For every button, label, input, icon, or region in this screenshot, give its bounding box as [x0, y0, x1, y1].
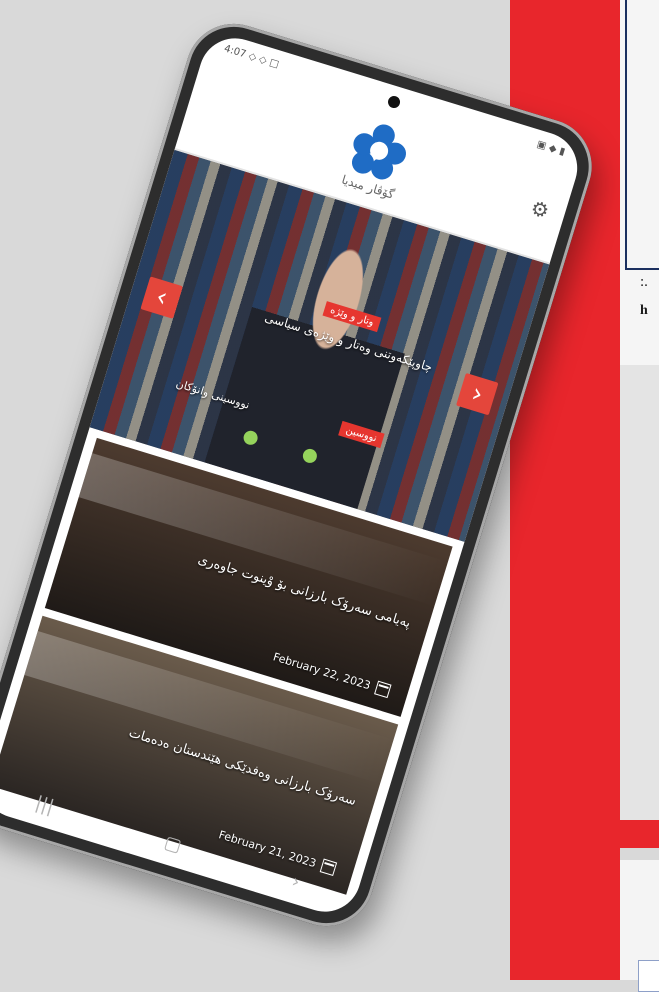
news-date-text: February 22, 2023	[271, 649, 373, 692]
phone-screen: 4:07 ◇ ◇ □ ▣ ◆ ▮ گۆڤار میدیا ⚙ ‹ › وتار …	[0, 29, 587, 921]
red-bar	[560, 820, 659, 848]
home-icon[interactable]: ▢	[162, 831, 184, 856]
calendar-icon	[374, 680, 392, 699]
back-icon[interactable]: ›	[289, 870, 302, 892]
logo-icon	[345, 117, 412, 184]
right-mid-panel	[620, 365, 659, 820]
status-right: ▣ ◆ ▮	[535, 138, 567, 158]
bottom-right-panel	[620, 860, 659, 992]
top-right-frame	[625, 0, 659, 270]
recent-apps-icon[interactable]: |||	[33, 792, 57, 817]
gear-icon[interactable]: ⚙	[528, 195, 552, 223]
side-text-1: :.	[640, 274, 648, 290]
partial-input	[638, 960, 659, 992]
side-text-2: h	[640, 303, 648, 318]
